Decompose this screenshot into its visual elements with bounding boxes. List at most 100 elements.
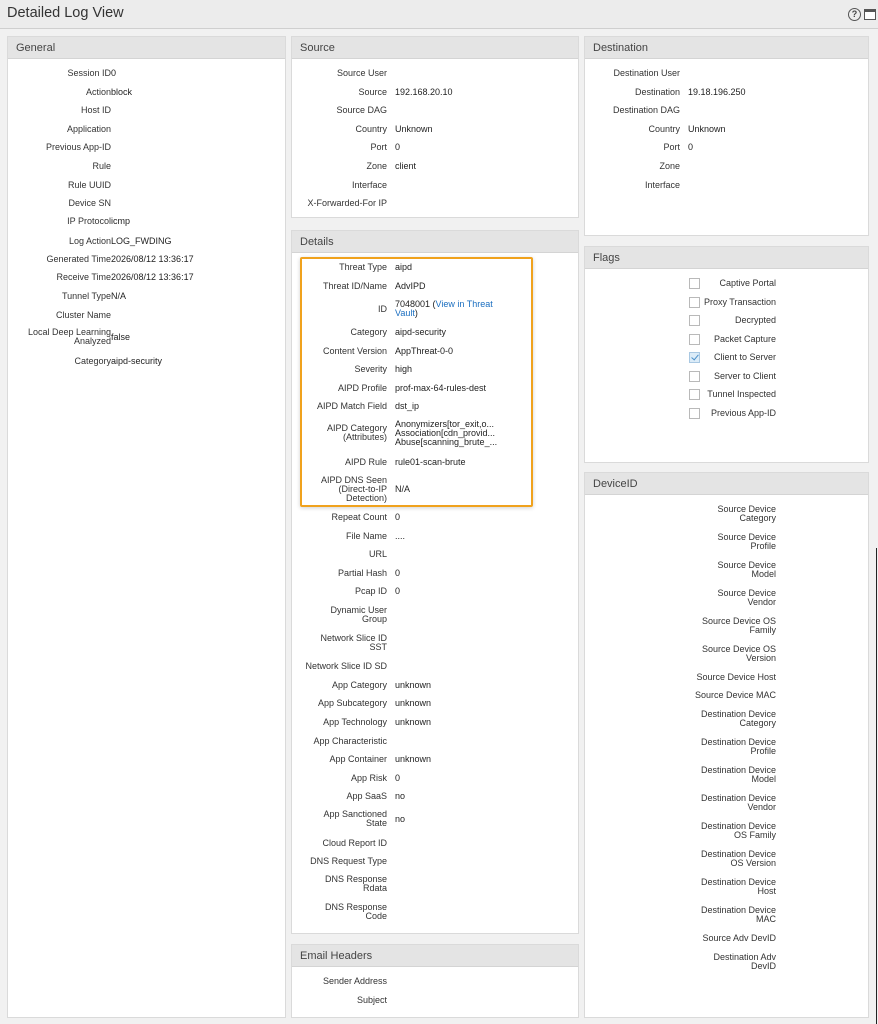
field-value: unknown [395, 716, 432, 727]
field-label: Previous App-ID [45, 141, 111, 152]
field-label: Source Device Host [696, 671, 776, 682]
field-label: Port [370, 141, 387, 152]
field-label: Country [355, 123, 387, 134]
field-label: Source [358, 86, 387, 97]
field-label: Interface [351, 179, 387, 190]
panel-title: Details [292, 231, 578, 253]
field-label: Captive Portal [719, 277, 776, 288]
field-label: IP Protocol [67, 215, 111, 226]
field-label: Network Slice ID SD [305, 660, 387, 671]
source-panel: Source Source User Source 192.168.20.10 Sou… [291, 36, 579, 218]
field-label: File Name [345, 530, 387, 541]
field-label: App Characteristic [313, 735, 387, 746]
field-value: unknown [395, 697, 432, 708]
flags-panel: Flags Captive Portal Proxy Transaction Dec… [584, 246, 869, 463]
field-value: 0 [395, 141, 401, 152]
field-label: Packet Capture [713, 333, 776, 344]
flag-checkbox[interactable] [689, 334, 700, 345]
panel-title: General [8, 37, 285, 59]
field-label: Source Device Vendor [717, 588, 776, 607]
field-label: Action [85, 86, 111, 97]
field-label: Dynamic User Group [330, 605, 387, 624]
field-label: Pcap ID [354, 585, 387, 596]
field-value: N/A [111, 290, 127, 301]
field-label: Port [663, 141, 680, 152]
field-label: Proxy Transaction [703, 296, 776, 307]
flag-checkbox[interactable] [689, 297, 700, 308]
field-value: 0 [395, 772, 401, 783]
field-label: Tunnel Inspected [707, 388, 776, 399]
destination-panel: Destination Destination User Destination 1… [584, 36, 869, 236]
field-label: Cluster Name [55, 309, 111, 320]
flag-checkbox[interactable] [689, 278, 700, 289]
field-label: Destination User [613, 67, 680, 78]
field-label: Destination DAG [612, 104, 680, 115]
field-label: Repeat Count [331, 511, 387, 522]
field-value: 2026/08/12 13:36:17 [111, 271, 194, 282]
field-label: Zone [366, 160, 387, 171]
field-label: Destination [634, 86, 680, 97]
field-value: unknown [395, 753, 432, 764]
field-value: 0 [395, 511, 401, 522]
help-icon[interactable]: ? [848, 8, 861, 21]
field-label: Host ID [80, 104, 111, 115]
field-label: Country [648, 123, 680, 134]
field-label: Source Device Profile [717, 532, 776, 551]
field-label: X-Forwarded-For IP [307, 197, 387, 208]
field-value: 2026/08/12 13:36:17 [111, 253, 194, 264]
field-value: client [395, 160, 417, 171]
field-value: .... [395, 530, 406, 541]
field-label: Log Action [68, 235, 111, 246]
field-label: Rule [92, 160, 111, 171]
panel-title: Flags [585, 247, 868, 269]
field-label: Interface [644, 179, 680, 190]
field-value: Unknown [395, 123, 433, 134]
window-titlebar: Detailed Log View ? [0, 0, 878, 29]
field-label: Destination Device Vendor [700, 793, 776, 812]
field-value: false [111, 331, 131, 342]
flag-checkbox[interactable] [689, 371, 700, 382]
field-label: Destination Adv DevID [713, 952, 776, 971]
field-value: Unknown [688, 123, 726, 134]
flag-checkbox[interactable] [689, 315, 700, 326]
field-label: Receive Time [56, 271, 111, 282]
field-label: DNS Response Code [324, 902, 387, 921]
field-value: 0 [688, 141, 694, 152]
field-label: Source Adv DevID [702, 932, 776, 943]
field-label: Previous App-ID [710, 407, 776, 418]
flag-checkbox[interactable] [689, 352, 700, 363]
field-label: App Container [329, 753, 387, 764]
flag-checkbox[interactable] [689, 408, 700, 419]
field-label: Rule UUID [67, 179, 111, 190]
field-label: Decrypted [734, 314, 776, 325]
field-value: 0 [395, 585, 401, 596]
field-label: Destination Device Profile [700, 737, 776, 756]
field-label: Destination Device OS Family [700, 821, 776, 840]
field-label: URL [368, 548, 387, 559]
field-label: Source Device OS Family [701, 616, 776, 635]
panel-title: Source [292, 37, 578, 59]
panel-title: Email Headers [292, 945, 578, 967]
field-label: Category [74, 355, 111, 366]
field-value: 0 [111, 67, 117, 78]
field-label: Destination Device Category [700, 709, 776, 728]
field-value: 0 [395, 567, 401, 578]
field-label: Destination Device MAC [700, 905, 776, 924]
field-label: Destination Device Host [700, 877, 776, 896]
field-label: Sender Address [322, 975, 387, 986]
window-edge-line [876, 548, 877, 1024]
flag-checkbox[interactable] [689, 389, 700, 400]
field-label: Subject [356, 994, 387, 1005]
field-label: Source Device Category [717, 504, 776, 523]
panel-title: Destination [585, 37, 868, 59]
field-label: Application [66, 123, 111, 134]
threat-details-highlight [300, 257, 533, 507]
field-value: 192.168.20.10 [395, 86, 453, 97]
field-label: Source User [336, 67, 387, 78]
field-label: Server to Client [713, 370, 776, 381]
email-headers-panel: Email Headers Sender Address Subject [291, 944, 579, 1018]
field-label: Zone [659, 160, 680, 171]
field-label: Source DAG [336, 104, 387, 115]
field-value: block [111, 86, 133, 97]
maximize-icon[interactable] [864, 9, 876, 20]
